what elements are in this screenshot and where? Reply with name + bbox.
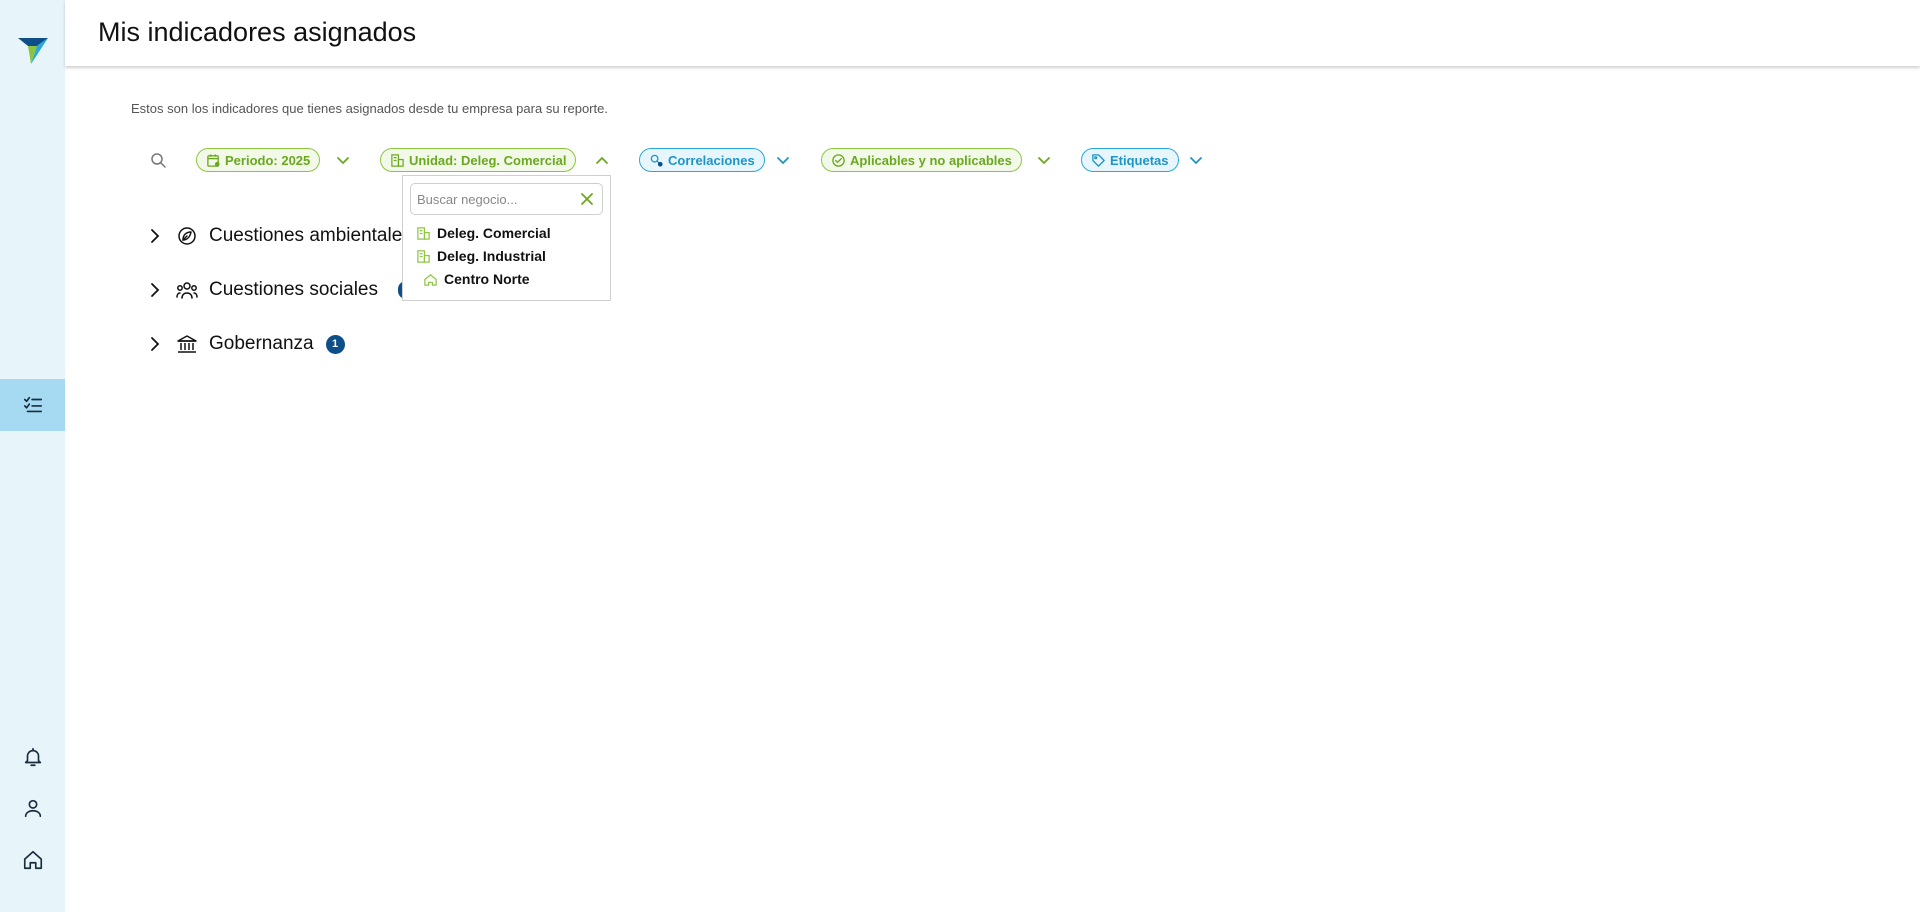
user-icon — [24, 799, 41, 818]
unit-option[interactable]: Deleg. Comercial — [416, 225, 551, 241]
correlation-icon — [650, 154, 663, 167]
chevron-down-icon[interactable] — [775, 152, 791, 168]
applicable-filter-label: Aplicables y no aplicables — [850, 152, 1012, 168]
building-icon — [391, 153, 404, 167]
business-search-input[interactable] — [417, 189, 567, 209]
tags-filter-label: Etiquetas — [1110, 152, 1169, 168]
page-header: Mis indicadores asignados — [65, 0, 1920, 66]
calendar-icon — [207, 153, 220, 167]
applicable-filter-chip[interactable]: Aplicables y no aplicables — [821, 148, 1022, 172]
building-icon — [417, 226, 430, 240]
home-icon — [23, 850, 42, 870]
category-label: Cuestiones ambientales — [209, 225, 412, 246]
building-icon — [417, 249, 430, 263]
category-row-governance[interactable]: Gobernanza 1 — [145, 329, 345, 359]
company-logo[interactable] — [17, 34, 49, 66]
page-title: Mis indicadores asignados — [98, 17, 417, 47]
chevron-down-icon[interactable] — [1188, 152, 1204, 168]
chevron-right-icon[interactable] — [145, 280, 165, 300]
unit-filter-label: Unidad: Deleg. Comercial — [409, 152, 567, 168]
nav-home[interactable] — [0, 834, 65, 886]
close-icon[interactable] — [580, 192, 594, 206]
correlations-filter-label: Correlaciones — [668, 152, 755, 168]
tag-icon — [1092, 153, 1105, 167]
bank-icon — [177, 335, 197, 353]
chevron-up-icon[interactable] — [594, 152, 610, 168]
unit-option-label: Deleg. Industrial — [437, 248, 546, 264]
nav-profile[interactable] — [0, 782, 65, 834]
check-circle-icon — [832, 153, 845, 167]
chevron-right-icon[interactable] — [145, 226, 165, 246]
unit-filter-chip[interactable]: Unidad: Deleg. Comercial — [380, 148, 577, 172]
nav-indicators[interactable] — [0, 379, 65, 431]
page-subtitle: Estos son los indicadores que tienes asi… — [131, 101, 608, 116]
unit-option[interactable]: Deleg. Industrial — [416, 248, 546, 264]
category-row-environmental[interactable]: Cuestiones ambientales — [145, 221, 412, 251]
count-badge: 1 — [325, 334, 345, 354]
bell-icon — [24, 747, 41, 767]
chevron-down-icon[interactable] — [335, 152, 351, 168]
unit-option[interactable]: Centro Norte — [423, 271, 530, 287]
tags-filter-chip[interactable]: Etiquetas — [1081, 148, 1179, 172]
unit-dropdown: Deleg. Comercial Deleg. Industrial Centr… — [402, 175, 611, 301]
home-icon — [424, 273, 437, 286]
chevron-down-icon[interactable] — [1036, 152, 1052, 168]
leaf-icon — [178, 227, 196, 245]
nav-notifications[interactable] — [0, 731, 65, 783]
sidebar — [0, 0, 65, 912]
unit-option-label: Deleg. Comercial — [437, 225, 551, 241]
period-filter-chip[interactable]: Periodo: 2025 — [196, 148, 321, 172]
business-search-box — [410, 183, 603, 215]
period-filter-label: Periodo: 2025 — [225, 152, 311, 168]
indicators-icon — [23, 396, 42, 413]
correlations-filter-chip[interactable]: Correlaciones — [639, 148, 765, 172]
category-label: Gobernanza — [209, 333, 314, 354]
category-row-social[interactable]: Cuestiones sociales — [145, 275, 378, 305]
search-icon[interactable] — [150, 152, 166, 168]
category-label: Cuestiones sociales — [209, 279, 378, 300]
unit-option-label: Centro Norte — [444, 271, 530, 287]
chevron-right-icon[interactable] — [145, 334, 165, 354]
people-icon — [176, 282, 198, 299]
